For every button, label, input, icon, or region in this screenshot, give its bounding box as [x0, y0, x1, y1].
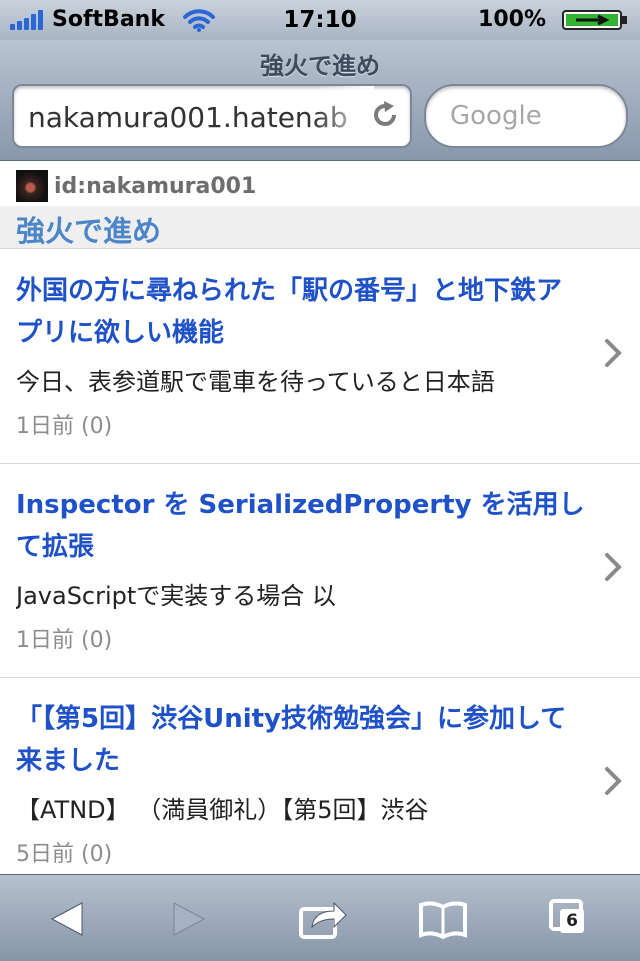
tabs-count-badge: 6	[560, 909, 584, 933]
user-id[interactable]: id:nakamura001	[54, 174, 256, 199]
entry-excerpt: JavaScriptで実装する場合 以	[16, 582, 336, 610]
battery-charging-icon	[562, 10, 627, 30]
avatar[interactable]	[16, 170, 48, 202]
browser-toolbar: 6	[0, 874, 640, 961]
chevron-right-icon	[605, 767, 622, 795]
browser-navbar: 強火で進め nakamura001.hatenablog Google	[0, 40, 640, 161]
forward-button[interactable]	[164, 897, 214, 941]
entry-title[interactable]: 外国の方に尋ねられた「駅の番号」と地下鉄アプリに欲しい機能	[16, 270, 586, 354]
blog-header: id:nakamura001 強火で進め	[0, 162, 640, 249]
blog-title[interactable]: 強火で進め	[16, 208, 161, 250]
entry-excerpt: 【ATND】 （満員御礼）【第5回】渋谷	[16, 796, 429, 824]
entry-list-item[interactable]: 外国の方に尋ねられた「駅の番号」と地下鉄アプリに欲しい機能 今日、表参道駅で電車…	[0, 250, 640, 465]
page-title: 強火で進め	[260, 52, 380, 80]
search-placeholder: Google	[450, 101, 542, 131]
entry-meta: 5日前 (0)	[16, 842, 113, 867]
entry-title[interactable]: Inspector を SerializedProperty を活用して拡張	[16, 484, 586, 568]
entry-meta: 1日前 (0)	[16, 628, 113, 653]
entry-excerpt: 今日、表参道駅で電車を待っていると日本語	[16, 368, 495, 396]
back-button[interactable]	[42, 897, 92, 941]
chevron-right-icon	[605, 553, 622, 581]
entry-list-item[interactable]: Inspector を SerializedProperty を活用して拡張 J…	[0, 464, 640, 679]
url-text[interactable]: nakamura001.hatenablog	[28, 101, 348, 134]
reload-icon[interactable]	[370, 100, 400, 130]
entry-title[interactable]: 「【第5回】渋谷Unity技術勉強会」に参加して来ました	[16, 698, 586, 782]
bookmarks-button[interactable]	[418, 897, 468, 941]
share-button[interactable]	[298, 897, 348, 941]
search-field[interactable]: Google	[424, 84, 628, 148]
chevron-right-icon	[605, 339, 622, 367]
battery-percent: 100%	[478, 7, 546, 32]
entry-meta: 1日前 (0)	[16, 414, 113, 439]
status-bar: SoftBank 17:10 100%	[0, 0, 640, 40]
url-field[interactable]: nakamura001.hatenablog	[12, 84, 412, 148]
tabs-button[interactable]: 6	[548, 897, 598, 941]
entry-list-item[interactable]: 「【第5回】渋谷Unity技術勉強会」に参加して来ました 【ATND】 （満員御…	[0, 678, 640, 874]
